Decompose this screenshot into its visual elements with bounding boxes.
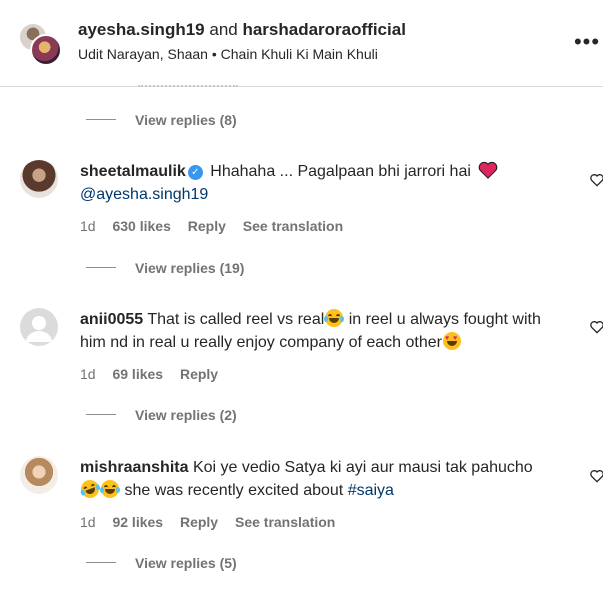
replies-divider xyxy=(86,562,116,564)
comment-age: 1d xyxy=(80,366,96,382)
comment-body: Hhahaha ... Pagalpaan bhi jarrori hai xyxy=(210,163,471,180)
comment-meta: 1d 92 likes Reply See translation xyxy=(80,514,348,530)
avatar[interactable] xyxy=(20,160,58,198)
see-translation-button[interactable]: See translation xyxy=(243,218,343,234)
view-replies-label: View replies (8) xyxy=(135,111,237,128)
avatar[interactable] xyxy=(20,456,58,494)
view-replies-button[interactable]: View replies (19) xyxy=(86,259,244,281)
see-translation-button[interactable]: See translation xyxy=(235,514,335,530)
header-user2[interactable]: harshadaroraofficial xyxy=(242,20,405,39)
comment-username[interactable]: anii0055 xyxy=(80,311,143,328)
red-heart-emoji-icon xyxy=(479,161,498,179)
view-replies-button[interactable]: View replies (5) xyxy=(86,554,237,576)
comment-meta: 1d 69 likes Reply xyxy=(80,366,231,382)
default-avatar-icon xyxy=(26,316,52,342)
comment-body-cont: she was recently excited about xyxy=(124,482,344,499)
like-heart-icon[interactable] xyxy=(589,172,603,188)
post-header: ayesha.singh19 and harshadaroraofficial … xyxy=(0,0,603,87)
header-title: ayesha.singh19 and harshadaroraofficial xyxy=(78,20,406,40)
comment-username[interactable]: sheetalmaulik xyxy=(80,163,186,180)
avatar[interactable] xyxy=(20,308,58,346)
view-replies-label: View replies (19) xyxy=(135,259,245,276)
comment-username[interactable]: mishraanshita xyxy=(80,459,188,476)
like-heart-icon[interactable] xyxy=(589,468,603,484)
view-replies-button[interactable]: View replies (2) xyxy=(86,406,237,428)
comment-meta: 1d 630 likes Reply See translation xyxy=(80,218,356,234)
comment-text: mishraanshita Koi ye vedio Satya ki ayi … xyxy=(78,456,560,502)
comment-body: Koi ye vedio Satya ki ayi aur mausi tak … xyxy=(192,459,533,476)
reply-button[interactable]: Reply xyxy=(180,514,218,530)
heart-eyes-emoji-icon: ♥ ♥ xyxy=(442,332,461,350)
comment-age: 1d xyxy=(80,218,96,234)
view-replies-button[interactable]: View replies (8) xyxy=(86,111,237,133)
laughing-tears-emoji-icon xyxy=(324,309,345,327)
clipped-comment-fragment xyxy=(138,84,248,90)
rolling-laughing-emoji-icon xyxy=(78,477,102,501)
view-replies-label: View replies (5) xyxy=(135,554,237,571)
collab-avatars[interactable] xyxy=(18,22,62,66)
comment-age: 1d xyxy=(80,514,96,530)
likes-count[interactable]: 92 likes xyxy=(112,514,163,530)
more-horizontal-icon[interactable]: ••• xyxy=(570,30,603,54)
reply-button[interactable]: Reply xyxy=(188,218,226,234)
header-user1[interactable]: ayesha.singh19 xyxy=(78,20,205,39)
audio-label[interactable]: Udit Narayan, Shaan • Chain Khuli Ki Mai… xyxy=(78,46,378,62)
comment-body: That is called reel vs real xyxy=(147,311,325,328)
avatar-harshad xyxy=(30,34,62,66)
replies-divider xyxy=(86,414,116,416)
laughing-tears-emoji-icon xyxy=(100,480,120,498)
view-replies-label: View replies (2) xyxy=(135,406,237,423)
like-heart-icon[interactable] xyxy=(589,319,603,335)
mention-link[interactable]: @ayesha.singh19 xyxy=(80,186,208,203)
replies-divider xyxy=(86,267,116,269)
hashtag-link[interactable]: #saiya xyxy=(348,482,394,499)
comment-text: anii0055 That is called reel vs real in … xyxy=(80,308,560,354)
header-connector: and xyxy=(209,20,238,39)
verified-badge-icon: ✓ xyxy=(187,165,203,180)
comment-text: sheetalmaulik ✓ Hhahaha ... Pagalpaan bhi… xyxy=(80,160,560,206)
reply-button[interactable]: Reply xyxy=(180,366,218,382)
likes-count[interactable]: 69 likes xyxy=(112,366,163,382)
likes-count[interactable]: 630 likes xyxy=(112,218,170,234)
replies-divider xyxy=(86,119,116,121)
